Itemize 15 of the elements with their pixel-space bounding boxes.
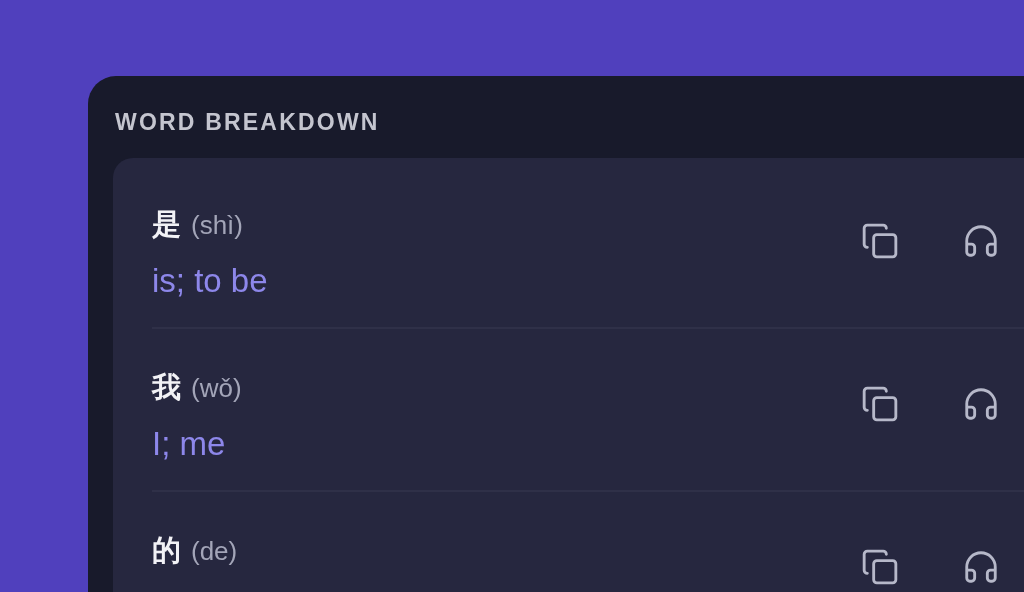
word-meaning: is; to be [152,261,269,301]
word-hanzi: 的 [152,532,181,569]
headphones-icon[interactable] [962,222,1000,260]
pinyin-text: (wǒ) [191,372,242,405]
word-hanzi: 是 [152,206,181,243]
headphones-icon[interactable] [962,548,1000,586]
word-meaning: I; me [152,424,227,464]
copy-icon[interactable] [861,385,899,423]
copy-icon[interactable] [861,222,899,260]
pinyin-text: (de) [191,535,238,568]
word-hanzi: 我 [152,369,181,406]
panel-title: WORD BREAKDOWN [115,108,381,137]
pinyin-text: (shì) [191,209,243,242]
copy-icon[interactable] [861,548,899,586]
headphones-icon[interactable] [962,385,1000,423]
